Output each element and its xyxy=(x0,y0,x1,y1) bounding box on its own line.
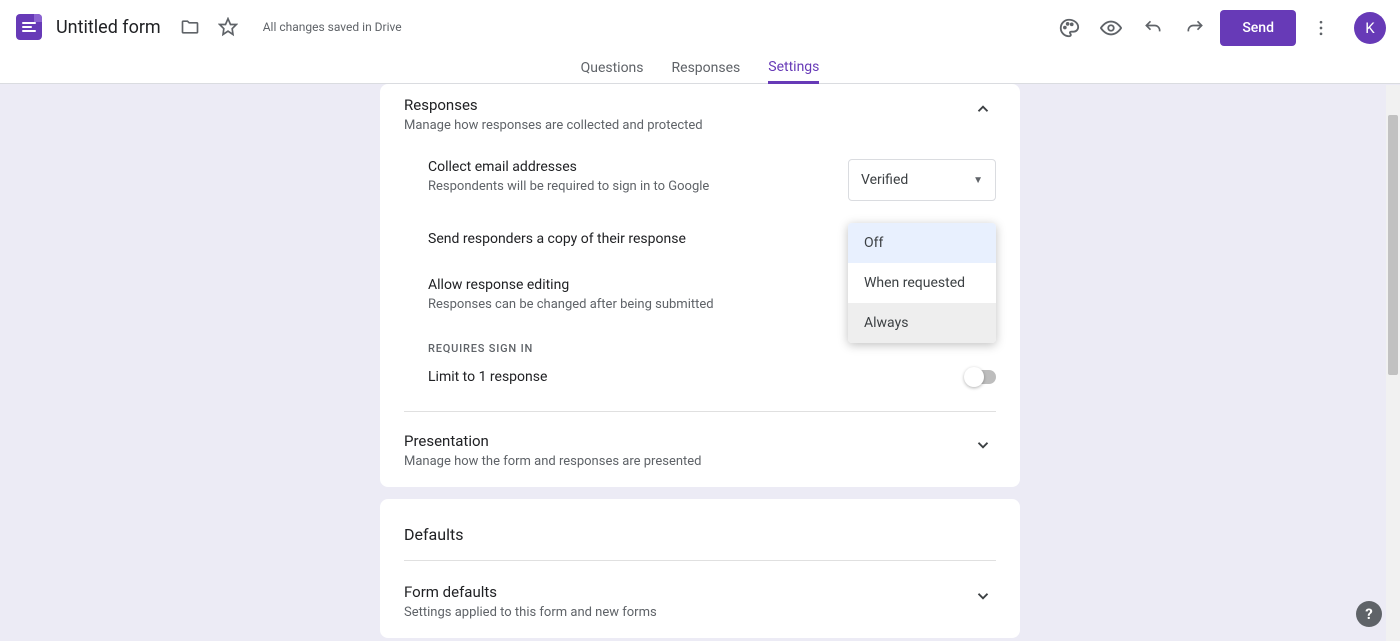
collect-email-value: Verified xyxy=(861,172,908,188)
allow-edit-sub: Responses can be changed after being sub… xyxy=(428,297,714,312)
send-copy-dropdown-menu: Off When requested Always xyxy=(848,223,996,343)
defaults-card: Defaults Form defaults Settings applied … xyxy=(380,499,1020,638)
chevron-up-icon[interactable] xyxy=(970,96,996,122)
responses-title: Responses xyxy=(404,96,703,114)
document-title[interactable]: Untitled form xyxy=(56,17,161,38)
send-copy-option-always[interactable]: Always xyxy=(848,303,996,343)
preview-icon[interactable] xyxy=(1094,11,1128,45)
tab-questions[interactable]: Questions xyxy=(581,60,644,84)
collect-email-label: Collect email addresses xyxy=(428,159,709,175)
limit-one-label: Limit to 1 response xyxy=(428,369,547,385)
scrollbar-track[interactable] xyxy=(1386,85,1400,641)
limit-one-toggle[interactable] xyxy=(966,370,996,384)
save-status-text: All changes saved in Drive xyxy=(263,20,402,34)
main-content: Responses Manage how responses are colle… xyxy=(0,84,1400,638)
folder-icon[interactable] xyxy=(173,10,207,44)
header-actions: Send K xyxy=(1052,10,1386,46)
send-button[interactable]: Send xyxy=(1220,10,1296,46)
send-copy-option-when-requested[interactable]: When requested xyxy=(848,263,996,303)
allow-edit-label: Allow response editing xyxy=(428,277,714,293)
responses-section-header: Responses Manage how responses are colle… xyxy=(404,84,996,133)
forms-logo-icon[interactable] xyxy=(16,14,42,40)
help-icon[interactable]: ? xyxy=(1356,601,1382,627)
tab-bar: Questions Responses Settings xyxy=(0,54,1400,84)
tab-settings[interactable]: Settings xyxy=(768,59,819,84)
chevron-down-icon[interactable] xyxy=(970,432,996,458)
send-copy-row: Send responders a copy of their response… xyxy=(404,231,996,247)
dropdown-arrow-icon: ▼ xyxy=(973,175,983,186)
account-avatar[interactable]: K xyxy=(1354,12,1386,44)
send-copy-label: Send responders a copy of their response xyxy=(428,231,686,247)
presentation-section-header: Presentation Manage how the form and res… xyxy=(404,412,996,469)
limit-one-row: Limit to 1 response xyxy=(404,369,996,385)
divider xyxy=(404,560,996,561)
collect-email-row: Collect email addresses Respondents will… xyxy=(404,159,996,201)
redo-icon[interactable] xyxy=(1178,11,1212,45)
presentation-title: Presentation xyxy=(404,432,702,450)
collect-email-dropdown[interactable]: Verified ▼ xyxy=(848,159,996,201)
tab-responses[interactable]: Responses xyxy=(672,60,741,84)
chevron-down-icon[interactable] xyxy=(970,583,996,609)
form-defaults-subtitle: Settings applied to this form and new fo… xyxy=(404,605,657,620)
form-defaults-section-header: Form defaults Settings applied to this f… xyxy=(404,579,996,620)
scrollbar-thumb[interactable] xyxy=(1388,115,1398,375)
responses-subtitle: Manage how responses are collected and p… xyxy=(404,118,703,133)
more-icon[interactable] xyxy=(1304,11,1338,45)
settings-card: Responses Manage how responses are colle… xyxy=(380,84,1020,487)
palette-icon[interactable] xyxy=(1052,11,1086,45)
presentation-subtitle: Manage how the form and responses are pr… xyxy=(404,454,702,469)
collect-email-sub: Respondents will be required to sign in … xyxy=(428,179,709,194)
form-defaults-title: Form defaults xyxy=(404,583,657,601)
star-icon[interactable] xyxy=(211,10,245,44)
send-copy-option-off[interactable]: Off xyxy=(848,223,996,263)
defaults-title: Defaults xyxy=(404,517,996,560)
undo-icon[interactable] xyxy=(1136,11,1170,45)
requires-signin-label: REQUIRES SIGN IN xyxy=(404,342,996,355)
app-header: Untitled form All changes saved in Drive… xyxy=(0,0,1400,84)
